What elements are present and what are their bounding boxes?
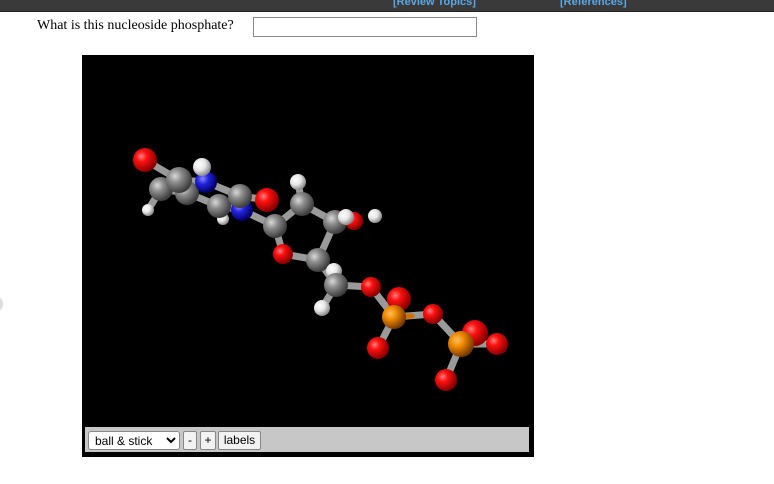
molecule-viewer[interactable]: ball & stick - + labels bbox=[82, 55, 534, 457]
molecule-atoms bbox=[133, 148, 508, 391]
display-style-select[interactable]: ball & stick bbox=[88, 431, 180, 450]
zoom-out-button[interactable]: - bbox=[183, 431, 197, 450]
page-edge-marker bbox=[0, 298, 3, 310]
references-link[interactable]: [References] bbox=[560, 0, 627, 8]
molecule-3d-model[interactable] bbox=[82, 55, 534, 427]
viewer-controls-bar: ball & stick - + labels bbox=[85, 427, 529, 452]
zoom-in-button[interactable]: + bbox=[200, 431, 216, 450]
top-navigation-bar: [Review Topics] [References] bbox=[0, 0, 774, 12]
review-topics-link[interactable]: [Review Topics] bbox=[393, 0, 476, 8]
question-text: What is this nucleoside phosphate? bbox=[37, 18, 234, 33]
answer-input[interactable] bbox=[253, 17, 477, 37]
labels-button[interactable]: labels bbox=[218, 431, 261, 450]
